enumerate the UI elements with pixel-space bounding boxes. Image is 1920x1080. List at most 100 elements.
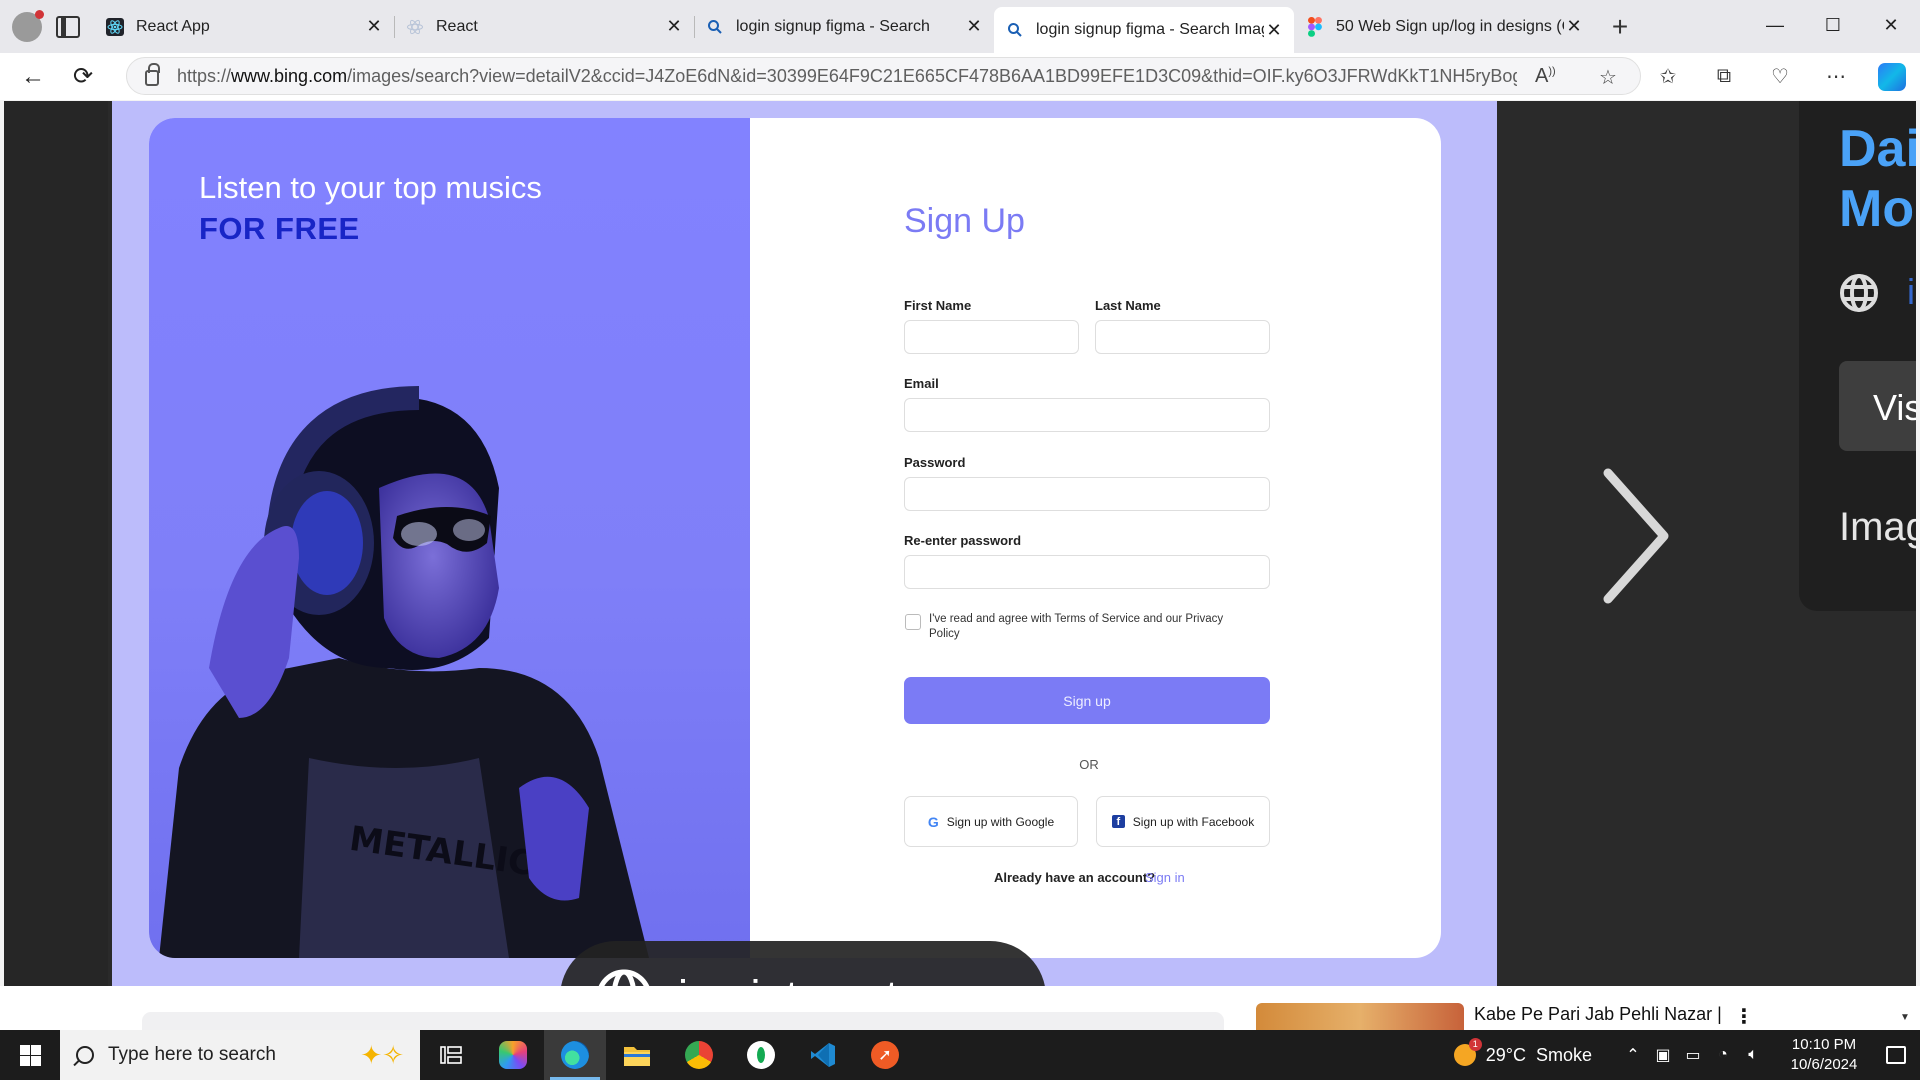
panel-source-text: i — [1907, 271, 1915, 312]
back-arrow-icon[interactable]: ← — [8, 57, 58, 97]
facebook-icon: f — [1111, 815, 1125, 828]
chevron-up-icon[interactable]: ⌃ — [1618, 1045, 1648, 1065]
read-aloud-icon[interactable]: A)) — [1535, 65, 1556, 88]
taskbar-clock[interactable]: 10:10 PM 10/6/2024 — [1776, 1035, 1872, 1075]
sparkle-icon: ✦✧ — [360, 1040, 404, 1070]
favorite-star-icon[interactable]: ☆ — [1599, 65, 1617, 90]
search-results-bar — [142, 1012, 1224, 1030]
image-details-panel: DaiMo i Vis Imag — [1799, 101, 1916, 611]
lock-icon[interactable] — [145, 63, 160, 86]
windows-start-button[interactable] — [0, 1030, 60, 1080]
chevron-right-icon[interactable] — [1586, 461, 1686, 611]
refresh-icon[interactable]: ⟳ — [58, 57, 108, 97]
tab-bing-search[interactable]: login signup figma - Search ✕ — [694, 6, 994, 48]
tab-bing-images[interactable]: login signup figma - Search Imag ✕ — [994, 7, 1294, 53]
weather-widget[interactable]: 1 29°C Smoke — [1453, 1038, 1592, 1066]
password-label: Password — [904, 455, 966, 470]
viewer-left-margin — [4, 101, 108, 986]
close-icon[interactable]: ✕ — [1564, 16, 1584, 37]
form-title: Sign Up — [904, 202, 1025, 240]
copilot-app-icon[interactable] — [482, 1030, 544, 1080]
profile-avatar[interactable] — [12, 9, 44, 42]
clock-date: 10/6/2024 — [1790, 1056, 1858, 1073]
tab-title: React — [436, 17, 478, 35]
terms-text: I've read and agree with Terms of Servic… — [929, 613, 1224, 640]
edge-browser-icon[interactable] — [544, 1030, 606, 1080]
react-icon — [106, 17, 124, 36]
scroll-down-arrow-icon[interactable]: ▼ — [1900, 1012, 1910, 1023]
tab-react[interactable]: React ✕ — [394, 6, 694, 48]
volume-icon[interactable]: 🔈︎ — [1738, 1046, 1768, 1064]
weather-temperature: 29°C — [1485, 1044, 1526, 1065]
tab-react-app[interactable]: React App ✕ — [94, 6, 394, 48]
maximize-icon[interactable]: ☐ — [1804, 0, 1862, 50]
more-options-icon[interactable]: ⋯ — [1808, 53, 1864, 100]
or-divider: OR — [1079, 757, 1099, 772]
last-name-field — [1095, 320, 1270, 354]
favorites-icon[interactable]: ✩ — [1640, 53, 1696, 100]
hero-title: Listen to your top musics — [199, 170, 542, 205]
system-tray: 1 29°C Smoke ⌃ ▣ ▭ ◔ 🔈︎ 10:10 PM 10/6/20… — [1453, 1030, 1920, 1080]
globe-icon — [1840, 274, 1878, 312]
chrome-icon[interactable] — [668, 1030, 730, 1080]
signup-form: Sign Up First Name Last Name Email Passw… — [750, 118, 1441, 958]
signin-link: Sign in — [1145, 870, 1185, 885]
close-icon[interactable]: ✕ — [1264, 20, 1284, 41]
hero-free-text: FOR FREE — [199, 211, 360, 246]
email-label: Email — [904, 376, 939, 391]
browser-toolbar: ← ⟳ https://www.bing.com/images/search?v… — [0, 53, 1920, 100]
react-icon — [406, 18, 424, 36]
task-view-icon[interactable] — [420, 1030, 482, 1080]
reenter-password-field — [904, 555, 1270, 589]
visit-site-button[interactable]: Vis — [1839, 361, 1916, 451]
minimize-icon[interactable]: — — [1746, 0, 1804, 50]
weather-sun-icon: 1 — [1453, 1038, 1482, 1066]
postman-icon[interactable]: ➚ — [854, 1030, 916, 1080]
tab-actions-icon[interactable] — [56, 15, 80, 38]
close-icon[interactable]: ✕ — [364, 16, 384, 37]
close-icon[interactable]: ✕ — [964, 16, 984, 37]
clock-time: 10:10 PM — [1791, 1036, 1857, 1053]
google-icon: G — [927, 813, 939, 830]
email-field — [904, 398, 1270, 432]
hero-panel: Listen to your top musics FOR FREE METAL… — [149, 118, 750, 958]
last-name-label: Last Name — [1095, 298, 1161, 313]
image-preview[interactable]: Listen to your top musics FOR FREE METAL… — [112, 101, 1497, 986]
video-title[interactable]: Kabe Pe Pari Jab Pehli Nazar | — [1474, 1004, 1722, 1025]
related-images-heading: Imag — [1839, 505, 1916, 549]
tab-figma-designs[interactable]: 50 Web Sign up/log in designs (C ✕ — [1294, 6, 1594, 48]
collections-icon[interactable]: ⧉ — [1696, 53, 1752, 100]
taskbar-search-box[interactable]: Type here to search ✦✧ — [60, 1030, 420, 1080]
address-bar[interactable]: https://www.bing.com/images/search?view=… — [126, 57, 1641, 95]
image-detail-viewer: Listen to your top musics FOR FREE METAL… — [4, 101, 1916, 1053]
video-thumbnail[interactable] — [1256, 1003, 1464, 1030]
tab-title: login signup figma - Search — [736, 17, 930, 35]
more-vertical-icon[interactable]: ⋮ — [1734, 1004, 1754, 1029]
file-explorer-icon[interactable] — [606, 1030, 668, 1080]
search-icon — [1006, 21, 1024, 39]
url-text: https://www.bing.com/images/search?view=… — [177, 65, 1517, 86]
meet-now-icon[interactable]: ▣ — [1648, 1045, 1678, 1065]
tab-title: React App — [136, 17, 210, 35]
search-icon — [76, 1046, 94, 1064]
woman-with-headphones-photo: METALLICA — [159, 386, 649, 958]
browser-tab-bar: React App ✕ React ✕ login signup figma -… — [0, 0, 1920, 53]
window-close-icon[interactable]: ✕ — [1862, 0, 1920, 50]
copilot-icon[interactable] — [1864, 53, 1920, 100]
signup-button: Sign up — [904, 677, 1270, 724]
wifi-icon[interactable]: ◔ — [1708, 1046, 1738, 1064]
password-field — [904, 477, 1270, 511]
first-name-field — [904, 320, 1079, 354]
reenter-password-label: Re-enter password — [904, 533, 1022, 548]
vscode-icon[interactable] — [792, 1030, 854, 1080]
first-name-label: First Name — [904, 298, 972, 313]
close-icon[interactable]: ✕ — [664, 16, 684, 37]
notifications-icon[interactable] — [1872, 1030, 1920, 1080]
windows-logo-icon — [19, 1044, 41, 1066]
battery-icon[interactable]: ▭ — [1678, 1045, 1708, 1065]
browser-essentials-icon[interactable]: ♡ — [1752, 53, 1808, 100]
windows-taskbar: Type here to search ✦✧ ➚ 1 29°C Smoke ⌃ … — [0, 1030, 1920, 1080]
mongodb-compass-icon[interactable] — [730, 1030, 792, 1080]
already-account-text: Already have an account? — [994, 870, 1156, 885]
new-tab-button[interactable]: + — [1600, 6, 1640, 48]
